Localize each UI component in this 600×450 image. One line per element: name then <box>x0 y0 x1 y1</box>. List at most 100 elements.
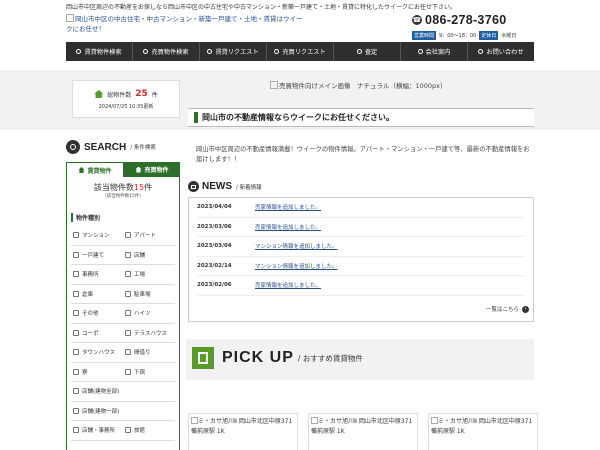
checkbox[interactable] <box>125 329 131 336</box>
broken-image-icon <box>431 417 438 424</box>
property-type-option[interactable]: 間借り <box>123 343 175 363</box>
property-type-option[interactable]: マンション <box>71 226 123 246</box>
count-unit: 件 <box>151 91 158 99</box>
property-type-option[interactable]: テラスハウス <box>123 324 175 343</box>
checkbox[interactable] <box>125 427 131 434</box>
checkbox[interactable] <box>125 310 131 317</box>
checkbox[interactable] <box>73 310 79 317</box>
news-list: 2023/04/04 売家情報を追加しました。 2023/03/06 売家情報を追加… <box>188 197 534 322</box>
checkbox[interactable] <box>73 349 79 356</box>
option-label: 間借り <box>134 350 151 357</box>
checkbox[interactable] <box>125 349 131 356</box>
nav-sale-search[interactable]: 売買物件検索 <box>133 42 200 61</box>
pickup-heading: PICK UP / おすすめ賃貸物件 <box>192 347 363 369</box>
tab-label: 売買物件 <box>144 167 169 174</box>
count-label: 総物件数 <box>107 91 132 99</box>
property-type-option[interactable]: 倉庫 <box>71 285 123 304</box>
checkbox[interactable] <box>125 368 131 375</box>
tab-rent[interactable]: 賃貸物件 <box>66 162 124 177</box>
news-item: 2023/04/04 売家情報を追加しました。 <box>197 198 525 218</box>
checkbox[interactable] <box>73 368 79 375</box>
tab-sale[interactable]: 売買物件 <box>124 162 180 177</box>
property-type-option[interactable]: 工場 <box>123 265 175 285</box>
property-type-option[interactable]: 寮 <box>71 363 123 382</box>
nav-contact[interactable]: お問い合わせ <box>468 42 534 61</box>
news-link[interactable]: マンション情報を追加しました。 <box>255 262 338 270</box>
news-item: 2023/03/04 マンション情報を追加しました。 <box>197 237 525 257</box>
search-panel: 該当物件数15件 （該当物件数15件） 物件種別 マンション アパート 一戸建て 店舗… <box>66 177 180 450</box>
checkbox[interactable] <box>125 271 131 278</box>
checkbox[interactable] <box>73 271 79 278</box>
match-count-unit: 件 <box>144 183 153 192</box>
property-type-option[interactable]: 店舗・事務所 <box>71 421 123 441</box>
news-link[interactable]: マンション情報を追加しました。 <box>255 242 338 250</box>
nav-appraisal[interactable]: 査定 <box>334 42 401 61</box>
nav-label: 会社案内 <box>425 49 451 56</box>
pickup-subtitle: / おすすめ賃貸物件 <box>297 353 363 363</box>
property-type-option[interactable]: 下宿 <box>123 363 175 382</box>
property-type-option[interactable]: タウンハウス <box>71 343 123 363</box>
match-count-value: 15 <box>133 183 145 192</box>
property-type-option[interactable]: 店舗(建物全部) <box>71 382 123 402</box>
pickup-card[interactable]: ミ・カサ旭川Ⅱ 岡山市北区中原371 備前原駅 1K <box>308 413 418 450</box>
checkbox[interactable] <box>73 251 79 258</box>
checkbox[interactable] <box>73 329 79 336</box>
news-item: 2023/02/06 売家情報を追加しました。 <box>197 276 525 296</box>
pickup-card[interactable]: ミ・カサ旭川Ⅱ 岡山市北区中原371 備前原駅 1K <box>428 413 538 450</box>
checkbox[interactable] <box>125 251 131 258</box>
property-type-option[interactable]: 事務所 <box>71 265 123 285</box>
property-type-option[interactable]: 一戸建て <box>71 246 123 265</box>
building-icon <box>192 347 214 369</box>
checkbox[interactable] <box>125 290 131 297</box>
heading-bar <box>194 112 198 123</box>
pickup-card[interactable]: ミ・カサ旭川Ⅱ 岡山市北区中原371 備前原駅 1K <box>188 413 298 450</box>
option-label: 旅館 <box>134 428 146 435</box>
news-link[interactable]: 売家情報を追加しました。 <box>255 281 321 289</box>
option-label: 寮 <box>82 369 88 376</box>
checkbox[interactable] <box>125 232 131 239</box>
news-date: 2023/03/06 <box>197 223 232 230</box>
property-type-option[interactable]: コーポ <box>71 324 123 343</box>
property-type-section: 物件種別 <box>71 213 175 222</box>
nav-rent-request[interactable]: 賃貸リクエスト <box>200 42 267 61</box>
news-date: 2023/02/14 <box>197 262 232 269</box>
property-count-box: 総物件数 25 件 2024/07/25 10:35更新 <box>72 80 180 118</box>
nav-sale-request[interactable]: 売買リクエスト <box>267 42 334 61</box>
news-item: 2023/02/14 マンション情報を追加しました。 <box>197 257 525 276</box>
site-logo[interactable]: 岡山市中区の中古住宅・中古マンション・新築一戸建て・土地・賃貸はウイークにお任せ… <box>66 14 306 34</box>
nav-rent-search[interactable]: 賃貸物件検索 <box>66 42 133 61</box>
nav-bullet-icon <box>207 49 213 54</box>
property-type-option[interactable]: 駐車場 <box>123 285 175 304</box>
checkbox[interactable] <box>73 407 79 414</box>
property-type-option[interactable]: 店舗 <box>123 246 175 265</box>
nav-label: 賃貸物件検索 <box>84 49 122 56</box>
news-date: 2023/03/04 <box>197 243 232 250</box>
property-type-option[interactable]: 店舗(建物一部) <box>71 402 123 421</box>
option-label: タウンハウス <box>82 350 116 357</box>
checkbox[interactable] <box>73 388 79 395</box>
option-label: 店舗(建物全部) <box>82 389 120 396</box>
option-label: 下宿 <box>134 369 146 376</box>
property-type-option[interactable]: ハイツ <box>123 304 175 324</box>
phone-icon: ☎ <box>412 15 422 25</box>
property-type-option[interactable]: アパート <box>123 226 175 246</box>
main-image: 売買物件向けメイン画像 ナチュラル（横幅：1000px） <box>270 80 447 90</box>
news-link[interactable]: 売家情報を追加しました。 <box>255 223 321 231</box>
news-more-link[interactable]: 一覧はこちら › <box>486 305 529 313</box>
checkbox[interactable] <box>73 232 79 239</box>
pickup-title: PICK UP <box>222 349 294 366</box>
broken-image-icon <box>311 417 318 424</box>
news-link[interactable]: 売家情報を追加しました。 <box>255 203 321 211</box>
option-label: 駐車場 <box>134 291 151 298</box>
property-type-grid: マンション アパート一戸建て 店舗 事務所 工場 倉庫 駐車場その他 ハイツ コーポ テラスハウス… <box>71 226 175 441</box>
property-type-option[interactable]: 旅館 <box>123 421 175 441</box>
tab-label: 賃貸物件 <box>87 167 112 175</box>
option-label: 一戸建て <box>82 252 105 259</box>
checkbox[interactable] <box>73 427 79 434</box>
checkbox[interactable] <box>73 290 79 297</box>
property-type-option[interactable]: その他 <box>71 304 123 324</box>
count-value: 25 <box>135 89 148 99</box>
phone-contact[interactable]: ☎ 086-278-3760 <box>412 13 506 27</box>
news-subtitle: / 新着情報 <box>236 184 262 191</box>
nav-company[interactable]: 会社案内 <box>401 42 468 61</box>
